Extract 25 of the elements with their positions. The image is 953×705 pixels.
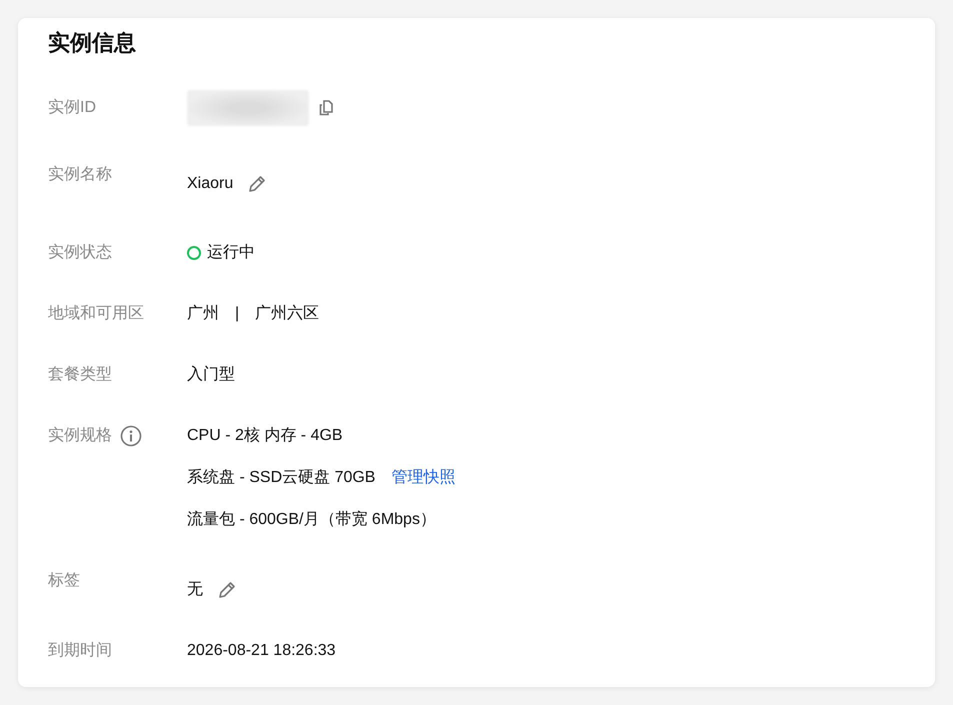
edit-icon[interactable]: [247, 174, 268, 194]
field-value: Xiaoru: [187, 174, 234, 194]
status-text: 运行中: [207, 242, 255, 263]
spec-line: 流量包 - 600GB/月（带宽 6Mbps）: [187, 510, 436, 530]
field-value: 无: [187, 580, 203, 600]
field-label: 标签: [48, 571, 80, 591]
field-value: 2026-08-21 18:26:33: [187, 641, 336, 661]
edit-icon[interactable]: [217, 580, 237, 600]
field-label: 套餐类型: [48, 364, 112, 385]
field-value: 广州六区: [255, 304, 320, 324]
field-label: 实例状态: [48, 242, 112, 263]
field-label: 地域和可用区: [48, 304, 144, 324]
info-icon[interactable]: [120, 425, 142, 447]
spec-line: CPU - 2核 内存 - 4GB: [187, 426, 343, 446]
manage-snapshot-link[interactable]: 管理快照: [391, 466, 456, 490]
field-value: 广州: [187, 304, 219, 324]
field-label: 实例名称: [48, 164, 112, 185]
spec-line: 系统盘 - SSD云硬盘 70GB: [187, 468, 376, 488]
field-label: 实例ID: [48, 98, 96, 118]
field-value: |: [235, 304, 240, 324]
copy-icon[interactable]: [319, 100, 333, 116]
field-value: 入门型: [187, 364, 235, 385]
field-label: 到期时间: [48, 640, 112, 661]
card-title: 实例信息: [48, 29, 137, 57]
field-label: 实例规格: [48, 426, 112, 446]
